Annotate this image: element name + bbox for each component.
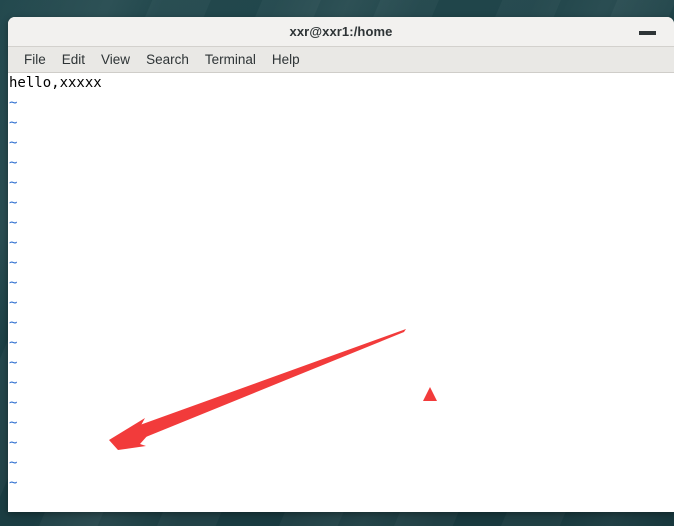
vim-empty-line-marker: ~: [9, 395, 18, 411]
minimize-button[interactable]: [636, 17, 660, 46]
terminal-screen[interactable]: hello,xxxxx~~~~~~~~~~~~~~~~~~~~ :wq: [8, 73, 674, 512]
vim-empty-line-marker: ~: [9, 455, 18, 471]
vim-empty-line-marker: ~: [9, 435, 18, 451]
vim-empty-line-marker: ~: [9, 355, 18, 371]
minimize-icon: [639, 31, 656, 35]
menu-item-file[interactable]: File: [16, 48, 54, 72]
window-titlebar[interactable]: xxr@xxr1:/home: [8, 17, 674, 47]
menubar: File Edit View Search Terminal Help: [8, 47, 674, 73]
menu-item-edit[interactable]: Edit: [54, 48, 93, 72]
vim-buffer: hello,xxxxx ~ ~ ~ ~ ~ ~ ~ ~ ~ ~ ~ ~ ~ ~ ~ ~ ~ ~ ~ ~: [8, 73, 674, 493]
vim-empty-line-marker: ~: [9, 195, 18, 211]
window-title: xxr@xxr1:/home: [289, 24, 393, 39]
menu-item-help[interactable]: Help: [264, 48, 308, 72]
vim-status-line: :wq: [8, 490, 674, 512]
vim-empty-line-marker: ~: [9, 415, 18, 431]
vim-empty-line-marker: ~: [9, 155, 18, 171]
menu-item-terminal[interactable]: Terminal: [197, 48, 264, 72]
vim-empty-line-marker: ~: [9, 135, 18, 151]
menu-item-search[interactable]: Search: [138, 48, 197, 72]
vim-empty-line-marker: ~: [9, 275, 18, 291]
vim-empty-line-marker: ~: [9, 335, 18, 351]
menu-item-view[interactable]: View: [93, 48, 138, 72]
vim-empty-line-marker: ~: [9, 295, 18, 311]
vim-empty-line-marker: ~: [9, 175, 18, 191]
vim-empty-line-marker: ~: [9, 215, 18, 231]
vim-empty-line-marker: ~: [9, 115, 18, 131]
terminal-window: xxr@xxr1:/home File Edit View Search Ter…: [8, 17, 674, 512]
vim-empty-line-marker: ~: [9, 315, 18, 331]
vim-empty-line-marker: ~: [9, 95, 18, 111]
vim-empty-line-marker: ~: [9, 235, 18, 251]
vim-empty-line-marker: ~: [9, 255, 18, 271]
terminal-line: hello,xxxxx: [9, 75, 102, 91]
vim-empty-line-marker: ~: [9, 375, 18, 391]
